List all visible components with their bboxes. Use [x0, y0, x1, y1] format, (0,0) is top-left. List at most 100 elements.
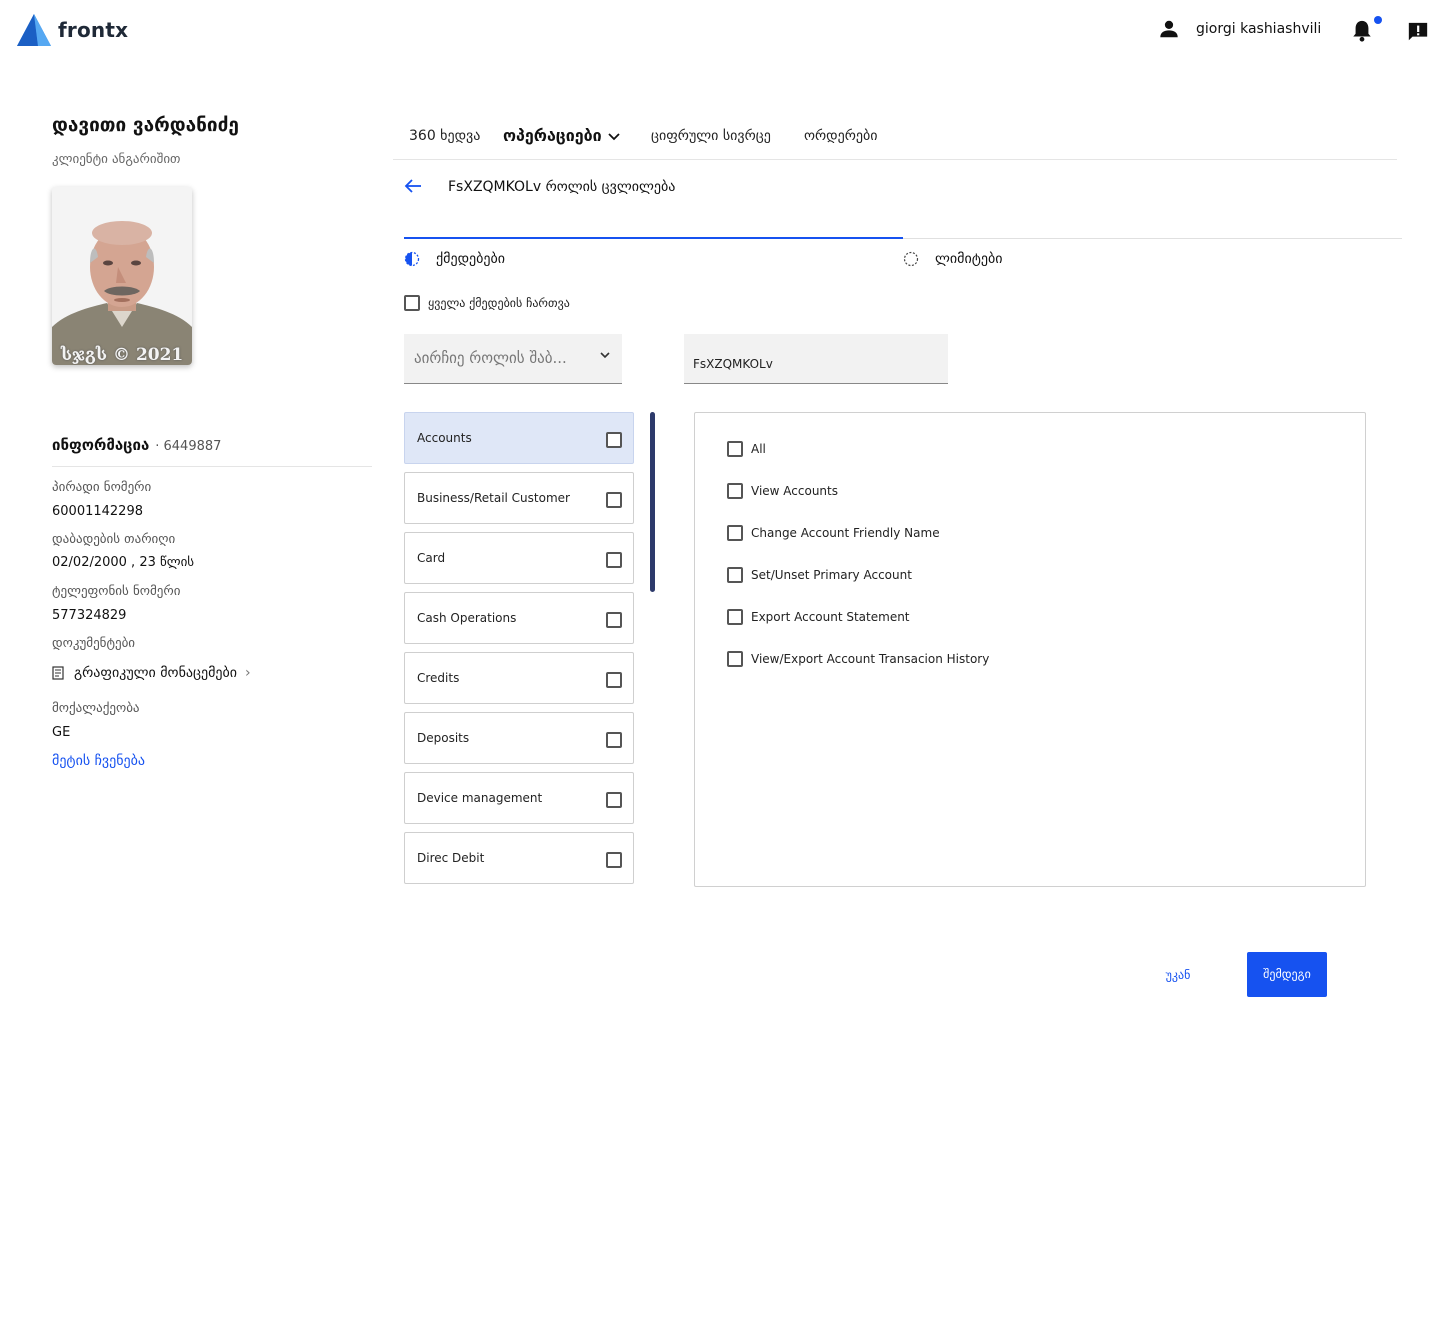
select-all-checkbox[interactable]	[404, 295, 420, 311]
category-checkbox[interactable]	[606, 612, 622, 628]
documents-label: დოკუმენტები	[52, 636, 136, 651]
documents-link[interactable]: გრაფიკული მონაცემები ›	[52, 665, 251, 681]
permission-item[interactable]: Set/Unset Primary Account	[727, 567, 912, 583]
category-label: Credits	[417, 671, 460, 685]
birth-date-label: დაბადების თარიღი	[52, 532, 176, 547]
client-photo: სჯგს © 2021	[52, 187, 192, 365]
document-icon	[52, 666, 64, 680]
citizenship-value: GE	[52, 725, 71, 740]
divider	[52, 466, 372, 467]
client-name: დავითი ვარდანიძე	[52, 114, 239, 136]
step-actions[interactable]: ქმედებები	[404, 251, 505, 267]
bell-icon[interactable]	[1351, 19, 1373, 43]
user-menu[interactable]: giorgi kashiashvili	[1158, 18, 1321, 40]
category-direc-debit[interactable]: Direc Debit	[404, 832, 634, 884]
tab-operations[interactable]: ოპერაციები	[503, 126, 620, 145]
frontx-logo-icon	[17, 14, 51, 46]
permission-item[interactable]: Export Account Statement	[727, 609, 910, 625]
user-name: giorgi kashiashvili	[1196, 21, 1322, 37]
category-checkbox[interactable]	[606, 732, 622, 748]
role-template-select[interactable]: აირჩიე როლის შაბ...	[404, 334, 622, 384]
client-id-value: 6449887	[163, 439, 222, 454]
permission-checkbox[interactable]	[727, 525, 743, 541]
logo[interactable]: frontx	[16, 13, 128, 47]
permission-checkbox[interactable]	[727, 441, 743, 457]
category-cash-operations[interactable]: Cash Operations	[404, 592, 634, 644]
chevron-right-icon: ›	[245, 665, 251, 681]
permission-label: Set/Unset Primary Account	[751, 568, 912, 582]
permission-checkbox[interactable]	[727, 609, 743, 625]
portrait-image	[52, 187, 192, 365]
birth-date-value: 02/02/2000 , 23 წლის	[52, 555, 195, 570]
category-label: Cash Operations	[417, 611, 517, 625]
info-header: ინფორმაცია · 6449887	[52, 436, 221, 454]
personal-number-value: 60001142298	[52, 504, 143, 519]
permission-item[interactable]: Change Account Friendly Name	[727, 525, 940, 541]
back-button[interactable]: უკან	[1150, 962, 1206, 988]
citizenship-label: მოქალაქეობა	[52, 701, 140, 716]
category-label: Direc Debit	[417, 851, 485, 865]
permission-label: Export Account Statement	[751, 610, 910, 624]
arrow-left-icon	[404, 179, 421, 193]
category-device-management[interactable]: Device management	[404, 772, 634, 824]
chevron-down-icon	[600, 352, 610, 359]
permission-item[interactable]: View Accounts	[727, 483, 838, 499]
permission-label: All	[751, 442, 766, 456]
category-card[interactable]: Card	[404, 532, 634, 584]
permission-label: Change Account Friendly Name	[751, 526, 940, 540]
tab-operations-label: ოპერაციები	[503, 126, 602, 145]
category-label: Card	[417, 551, 446, 565]
dashed-circle-icon	[903, 251, 919, 267]
info-title: ინფორმაცია	[52, 436, 150, 454]
app-name: frontx	[58, 18, 129, 42]
category-checkbox[interactable]	[606, 432, 622, 448]
category-scrollbar[interactable]	[650, 412, 655, 592]
permission-checkbox[interactable]	[727, 567, 743, 583]
step-limits-label: ლიმიტები	[935, 251, 1003, 267]
permission-label: View/Export Account Transacion History	[751, 652, 990, 666]
category-label: Business/Retail Customer	[417, 491, 570, 505]
select-all-actions[interactable]: ყველა ქმედების ჩართვა	[404, 295, 570, 311]
category-checkbox[interactable]	[606, 552, 622, 568]
category-deposits[interactable]: Deposits	[404, 712, 634, 764]
photo-watermark: სჯგს © 2021	[60, 345, 184, 365]
back-arrow-button[interactable]	[404, 178, 422, 194]
category-accounts[interactable]: Accounts	[404, 412, 634, 464]
category-business-retail-customer[interactable]: Business/Retail Customer	[404, 472, 634, 524]
category-checkbox[interactable]	[606, 672, 622, 688]
feedback-icon[interactable]	[1407, 21, 1429, 43]
personal-number-label: პირადი ნომერი	[52, 480, 152, 495]
select-all-label: ყველა ქმედების ჩართვა	[428, 296, 570, 310]
tab-digital-space[interactable]: ციფრული სივრცე	[651, 128, 771, 144]
user-icon	[1160, 20, 1178, 38]
permission-item[interactable]: View/Export Account Transacion History	[727, 651, 989, 667]
main-tabs: 360 ხედვა ოპერაციები ციფრული სივრცე ორდე…	[393, 124, 1397, 160]
category-label: Device management	[417, 791, 543, 805]
role-template-placeholder: აირჩიე როლის შაბ...	[414, 349, 567, 367]
show-more-link[interactable]: მეტის ჩვენება	[52, 753, 145, 769]
chevron-down-icon	[608, 133, 620, 141]
category-credits[interactable]: Credits	[404, 652, 634, 704]
step-limits[interactable]: ლიმიტები	[903, 251, 1002, 267]
permission-label: View Accounts	[751, 484, 838, 498]
client-id: · 6449887	[155, 439, 222, 454]
page-title: FsXZQMKOLv როლის ცვლილება	[448, 179, 676, 195]
permission-checkbox[interactable]	[727, 651, 743, 667]
permission-item[interactable]: All	[727, 441, 766, 457]
tab-360-view[interactable]: 360 ხედვა	[409, 128, 480, 144]
client-subtitle: კლიენტი ანგარიშით	[52, 152, 181, 167]
phone-value: 577324829	[52, 608, 127, 623]
role-name-field[interactable]: FsXZQMKOLv	[684, 334, 948, 384]
category-checkbox[interactable]	[606, 852, 622, 868]
category-checkbox[interactable]	[606, 792, 622, 808]
permissions-panel: All View Accounts Change Account Friendl…	[694, 412, 1366, 887]
stepper-progress	[404, 237, 903, 239]
category-checkbox[interactable]	[606, 492, 622, 508]
tab-orders[interactable]: ორდერები	[804, 128, 877, 144]
permission-checkbox[interactable]	[727, 483, 743, 499]
documents-link-label: გრაფიკული მონაცემები	[74, 665, 238, 681]
category-label: Accounts	[417, 431, 472, 445]
half-circle-icon	[404, 251, 420, 267]
next-button[interactable]: შემდეგი	[1247, 952, 1327, 997]
phone-label: ტელეფონის ნომერი	[52, 584, 181, 599]
